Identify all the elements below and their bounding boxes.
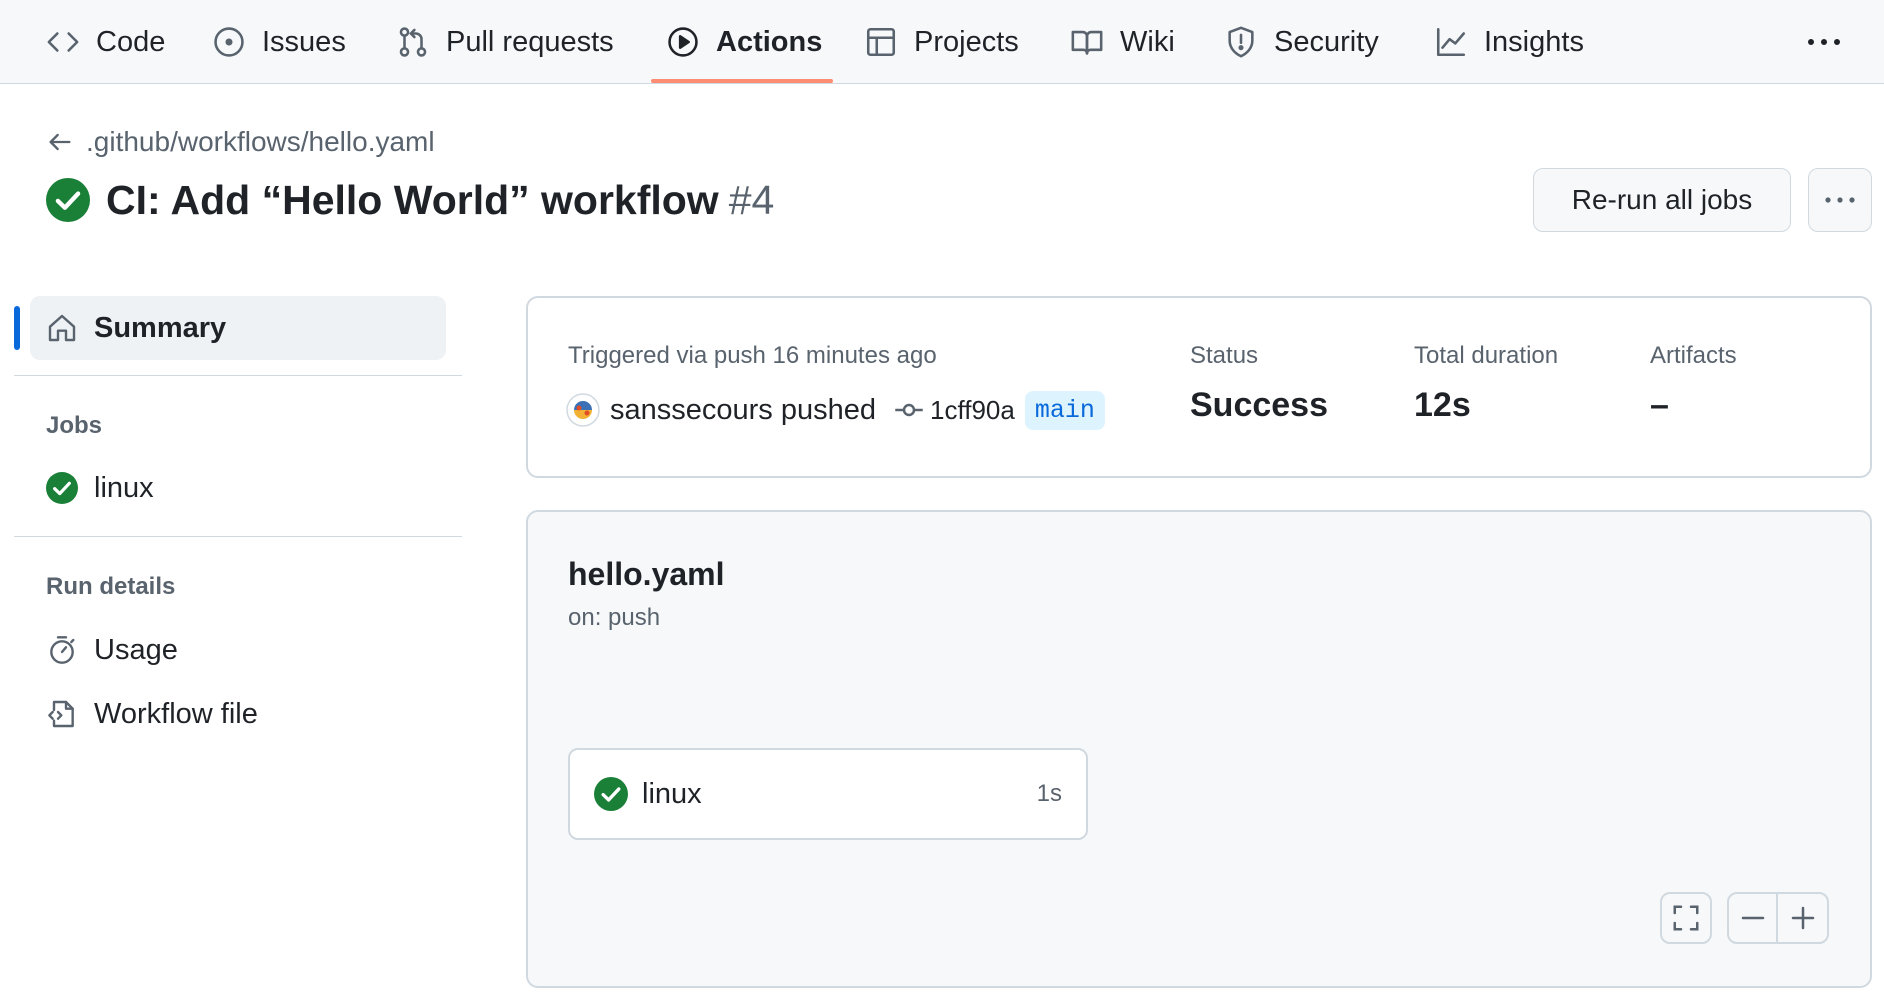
sidebar-divider bbox=[14, 536, 462, 537]
tab-pull-requests[interactable]: Pull requests bbox=[396, 0, 614, 84]
rerun-all-jobs-button[interactable]: Re-run all jobs bbox=[1533, 168, 1791, 232]
sidebar-active-indicator bbox=[14, 306, 20, 350]
issue-icon bbox=[214, 27, 244, 57]
workflow-name: hello.yaml bbox=[568, 556, 725, 592]
status-label: Status bbox=[1190, 342, 1259, 369]
tab-label: Wiki bbox=[1120, 25, 1175, 58]
file-code-icon bbox=[48, 700, 74, 728]
tab-wiki[interactable]: Wiki bbox=[1070, 0, 1175, 84]
sidebar-item-label: linux bbox=[94, 471, 154, 504]
run-options-button[interactable] bbox=[1808, 168, 1872, 232]
table-icon bbox=[866, 27, 896, 57]
plus-icon bbox=[1791, 906, 1814, 930]
arrow-left-icon bbox=[49, 133, 71, 151]
actor-link[interactable]: sanssecours pushed bbox=[610, 394, 876, 427]
zoom-controls bbox=[1727, 892, 1829, 944]
run-title: CI: Add “Hello World” workflow bbox=[106, 176, 719, 223]
job-name: linux bbox=[642, 777, 702, 810]
branch-label[interactable]: main bbox=[1024, 390, 1105, 430]
page-title: CI: Add “Hello World” workflow #4 bbox=[46, 174, 774, 226]
run-number: #4 bbox=[728, 176, 775, 223]
run-details-heading: Run details bbox=[46, 573, 176, 600]
more-tabs-button[interactable] bbox=[1804, 22, 1844, 62]
check-circle-fill-icon bbox=[46, 178, 90, 222]
duration-label: Total duration bbox=[1414, 342, 1559, 369]
tab-label: Projects bbox=[914, 25, 1019, 58]
stopwatch-icon bbox=[50, 636, 75, 664]
zoom-in-button[interactable] bbox=[1778, 894, 1827, 942]
git-commit-icon bbox=[895, 403, 923, 417]
job-card-linux[interactable]: linux 1s bbox=[568, 748, 1088, 840]
job-duration: 1s bbox=[1036, 780, 1062, 807]
tab-code[interactable]: Code bbox=[46, 0, 165, 84]
graph-icon bbox=[1436, 27, 1466, 57]
tab-issues[interactable]: Issues bbox=[212, 0, 346, 84]
sidebar-item-label: Summary bbox=[94, 311, 227, 344]
check-circle-fill-icon bbox=[46, 472, 78, 504]
tab-label: Security bbox=[1274, 25, 1379, 58]
play-icon bbox=[668, 27, 698, 57]
screen-full-icon bbox=[1673, 905, 1699, 931]
pull-request-icon bbox=[399, 27, 427, 57]
duration-value: 12s bbox=[1414, 386, 1471, 424]
jobs-heading: Jobs bbox=[46, 412, 103, 439]
dash-icon bbox=[1741, 916, 1764, 920]
tab-label: Code bbox=[96, 25, 166, 58]
repo-nav: Code Issues Pull requests Actions Projec… bbox=[0, 0, 1884, 84]
push-info: sanssecours pushed 1cff90a main bbox=[566, 388, 1105, 432]
avatar[interactable] bbox=[566, 393, 600, 427]
sidebar-item-workflow-file[interactable]: Workflow file bbox=[46, 692, 258, 736]
check-circle-fill-icon bbox=[594, 777, 628, 811]
selected-tab-indicator bbox=[651, 79, 833, 83]
code-icon bbox=[47, 32, 79, 52]
kebab-horizontal-icon bbox=[1808, 39, 1840, 45]
sidebar-item-summary[interactable]: Summary bbox=[30, 296, 446, 360]
tab-label: Insights bbox=[1484, 25, 1584, 58]
kebab-horizontal-icon bbox=[1825, 197, 1855, 203]
tab-label: Actions bbox=[716, 25, 823, 58]
tab-actions[interactable]: Actions bbox=[666, 0, 822, 84]
tab-insights[interactable]: Insights bbox=[1434, 0, 1584, 84]
status-value: Success bbox=[1190, 386, 1328, 424]
fullscreen-button[interactable] bbox=[1660, 892, 1712, 944]
tab-security[interactable]: Security bbox=[1224, 0, 1379, 84]
zoom-out-button[interactable] bbox=[1729, 894, 1779, 942]
sidebar-item-label: Usage bbox=[94, 633, 178, 666]
tab-label: Issues bbox=[262, 25, 346, 58]
artifacts-value: – bbox=[1650, 386, 1669, 424]
sidebar-item-usage[interactable]: Usage bbox=[46, 628, 178, 672]
shield-icon bbox=[1228, 26, 1254, 58]
sidebar-divider bbox=[14, 375, 462, 376]
workflow-path: .github/workflows/hello.yaml bbox=[86, 126, 435, 157]
back-to-workflow-link[interactable]: .github/workflows/hello.yaml bbox=[46, 124, 435, 160]
commit-sha-link[interactable]: 1cff90a bbox=[930, 395, 1015, 426]
home-icon bbox=[48, 314, 76, 342]
book-icon bbox=[1071, 30, 1103, 55]
sidebar-item-job-linux[interactable]: linux bbox=[46, 466, 154, 510]
workflow-trigger: on: push bbox=[568, 604, 661, 631]
tab-projects[interactable]: Projects bbox=[864, 0, 1019, 84]
tab-label: Pull requests bbox=[446, 25, 614, 58]
sidebar-item-label: Workflow file bbox=[94, 697, 258, 730]
artifacts-label: Artifacts bbox=[1650, 342, 1737, 369]
trigger-text: Triggered via push 16 minutes ago bbox=[568, 342, 937, 369]
